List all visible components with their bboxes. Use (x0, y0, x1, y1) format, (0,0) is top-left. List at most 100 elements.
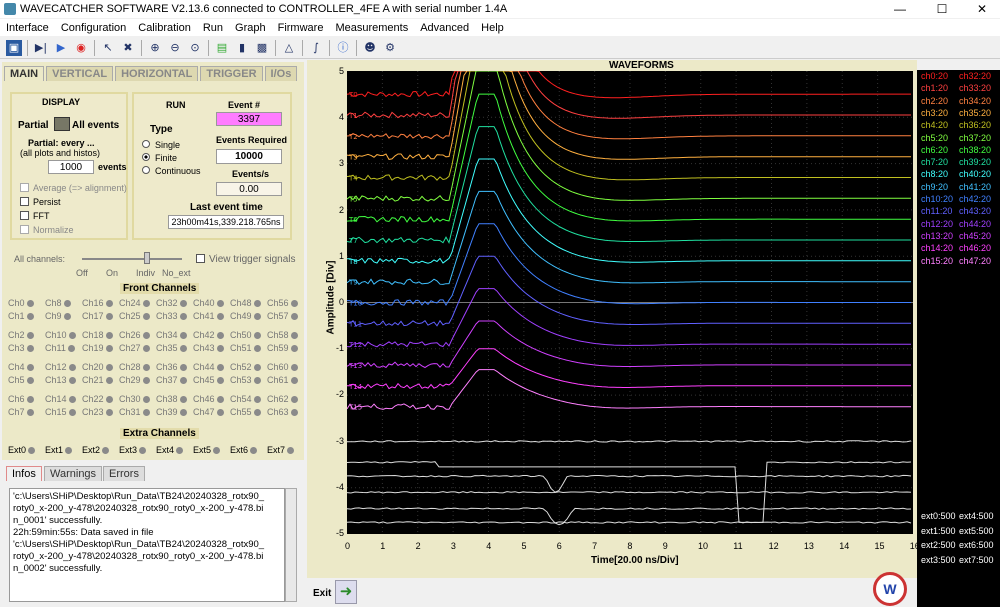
channel-toggle[interactable]: Ch34 (156, 330, 187, 340)
menu-calibration[interactable]: Calibration (132, 22, 197, 34)
close-button[interactable]: ✕ (962, 0, 1000, 18)
view-trigger-checkbox[interactable] (196, 254, 205, 263)
finite-radio[interactable] (142, 153, 150, 161)
channel-toggle[interactable]: Ch10 (45, 330, 76, 340)
channel-toggle[interactable]: Ch20 (82, 362, 113, 372)
channel-toggle[interactable]: Ch55 (230, 407, 261, 417)
channel-toggle[interactable]: Ch61 (267, 375, 298, 385)
channel-toggle[interactable]: Ch4 (8, 362, 34, 372)
channel-toggle[interactable]: Ch43 (193, 343, 224, 353)
zoom-fit-icon[interactable]: ⊙ (187, 40, 203, 56)
channel-toggle[interactable]: Ch37 (156, 375, 187, 385)
channel-toggle[interactable]: Ch58 (267, 330, 298, 340)
chart-icon[interactable]: ▩ (254, 40, 270, 56)
channel-toggle[interactable]: Ch17 (82, 311, 113, 321)
menu-interface[interactable]: Interface (0, 22, 55, 34)
histogram-icon[interactable]: ▮ (234, 40, 250, 56)
channel-toggle[interactable]: Ch18 (82, 330, 113, 340)
channel-toggle[interactable]: Ch32 (156, 298, 187, 308)
partial-toggle[interactable] (54, 117, 70, 131)
channel-toggle[interactable]: Ch48 (230, 298, 261, 308)
play-icon[interactable]: ▶ (53, 40, 69, 56)
channel-toggle[interactable]: Ch16 (82, 298, 113, 308)
channel-toggle[interactable]: Ch19 (82, 343, 113, 353)
ext-channel-toggle[interactable]: Ext6 (230, 445, 258, 455)
channel-toggle[interactable]: Ch42 (193, 330, 224, 340)
channel-toggle[interactable]: Ch52 (230, 362, 261, 372)
events-required-input[interactable]: 10000 (216, 149, 282, 164)
menu-measurements[interactable]: Measurements (329, 22, 414, 34)
channel-toggle[interactable]: Ch25 (119, 311, 150, 321)
stop-icon[interactable]: ◉ (73, 40, 89, 56)
single-radio[interactable] (142, 140, 150, 148)
channel-toggle[interactable]: Ch31 (119, 407, 150, 417)
pulse-icon[interactable]: ∫ (308, 40, 324, 56)
tab-trigger[interactable]: TRIGGER (200, 66, 263, 81)
step-icon[interactable]: ▶| (33, 40, 49, 56)
channel-toggle[interactable]: Ch56 (267, 298, 298, 308)
channel-toggle[interactable]: Ch46 (193, 394, 224, 404)
trigger-icon[interactable]: △ (281, 40, 297, 56)
channel-toggle[interactable]: Ch33 (156, 311, 187, 321)
ext-channel-toggle[interactable]: Ext3 (119, 445, 147, 455)
channel-toggle[interactable]: Ch57 (267, 311, 298, 321)
channel-toggle[interactable]: Ch21 (82, 375, 113, 385)
ext-channel-toggle[interactable]: Ext1 (45, 445, 73, 455)
channel-toggle[interactable]: Ch45 (193, 375, 224, 385)
channel-toggle[interactable]: Ch44 (193, 362, 224, 372)
channel-toggle[interactable]: Ch0 (8, 298, 34, 308)
channel-toggle[interactable]: Ch9 (45, 311, 71, 321)
continuous-radio[interactable] (142, 166, 150, 174)
tab-infos[interactable]: Infos (6, 466, 42, 481)
ext-channel-toggle[interactable]: Ext5 (193, 445, 221, 455)
channel-toggle[interactable]: Ch35 (156, 343, 187, 353)
normalize-checkbox[interactable] (20, 225, 29, 234)
channel-toggle[interactable]: Ch28 (119, 362, 150, 372)
channel-toggle[interactable]: Ch5 (8, 375, 34, 385)
channels-slider-thumb[interactable] (144, 252, 150, 264)
channel-toggle[interactable]: Ch36 (156, 362, 187, 372)
ext-channel-toggle[interactable]: Ext4 (156, 445, 184, 455)
partial-events-input[interactable]: 1000 (48, 160, 94, 174)
channel-toggle[interactable]: Ch39 (156, 407, 187, 417)
zoom-in-icon[interactable]: ⊕ (147, 40, 163, 56)
channel-toggle[interactable]: Ch3 (8, 343, 34, 353)
channel-toggle[interactable]: Ch15 (45, 407, 76, 417)
ext-channel-toggle[interactable]: Ext2 (82, 445, 110, 455)
tab-errors[interactable]: Errors (103, 466, 145, 481)
channel-toggle[interactable]: Ch14 (45, 394, 76, 404)
waveform-plot[interactable]: T0 T1 T2 T3 T4 T5 T6 T7 T8 T9 T10 T11 T12 T13 T14 T15 (347, 71, 913, 534)
channel-toggle[interactable]: Ch40 (193, 298, 224, 308)
channel-toggle[interactable]: Ch27 (119, 343, 150, 353)
channel-toggle[interactable]: Ch8 (45, 298, 71, 308)
cursor-cross-icon[interactable]: ✖ (120, 40, 136, 56)
menu-firmware[interactable]: Firmware (272, 22, 330, 34)
menu-configuration[interactable]: Configuration (55, 22, 132, 34)
tab-vertical[interactable]: VERTICAL (46, 66, 114, 81)
cursor-icon[interactable]: ↖ (100, 40, 116, 56)
channel-toggle[interactable]: Ch47 (193, 407, 224, 417)
channel-toggle[interactable]: Ch38 (156, 394, 187, 404)
ext-channel-toggle[interactable]: Ext7 (267, 445, 295, 455)
channel-toggle[interactable]: Ch63 (267, 407, 298, 417)
channel-toggle[interactable]: Ch59 (267, 343, 298, 353)
menu-help[interactable]: Help (475, 22, 510, 34)
channel-toggle[interactable]: Ch41 (193, 311, 224, 321)
channel-toggle[interactable]: Ch24 (119, 298, 150, 308)
channel-toggle[interactable]: Ch23 (82, 407, 113, 417)
channel-toggle[interactable]: Ch26 (119, 330, 150, 340)
tab-horizontal[interactable]: HORIZONTAL (115, 66, 199, 81)
average-checkbox[interactable] (20, 183, 29, 192)
channel-toggle[interactable]: Ch6 (8, 394, 34, 404)
channel-toggle[interactable]: Ch2 (8, 330, 34, 340)
channel-toggle[interactable]: Ch60 (267, 362, 298, 372)
info-scrollbar[interactable] (285, 488, 297, 602)
channel-toggle[interactable]: Ch11 (45, 343, 75, 353)
menu-graph[interactable]: Graph (229, 22, 272, 34)
zoom-out-icon[interactable]: ⊖ (167, 40, 183, 56)
channel-toggle[interactable]: Ch54 (230, 394, 261, 404)
channel-toggle[interactable]: Ch62 (267, 394, 298, 404)
maximize-button[interactable]: ☐ (922, 0, 962, 18)
tab-ios[interactable]: I/Os (264, 66, 298, 81)
persist-checkbox[interactable] (20, 197, 29, 206)
